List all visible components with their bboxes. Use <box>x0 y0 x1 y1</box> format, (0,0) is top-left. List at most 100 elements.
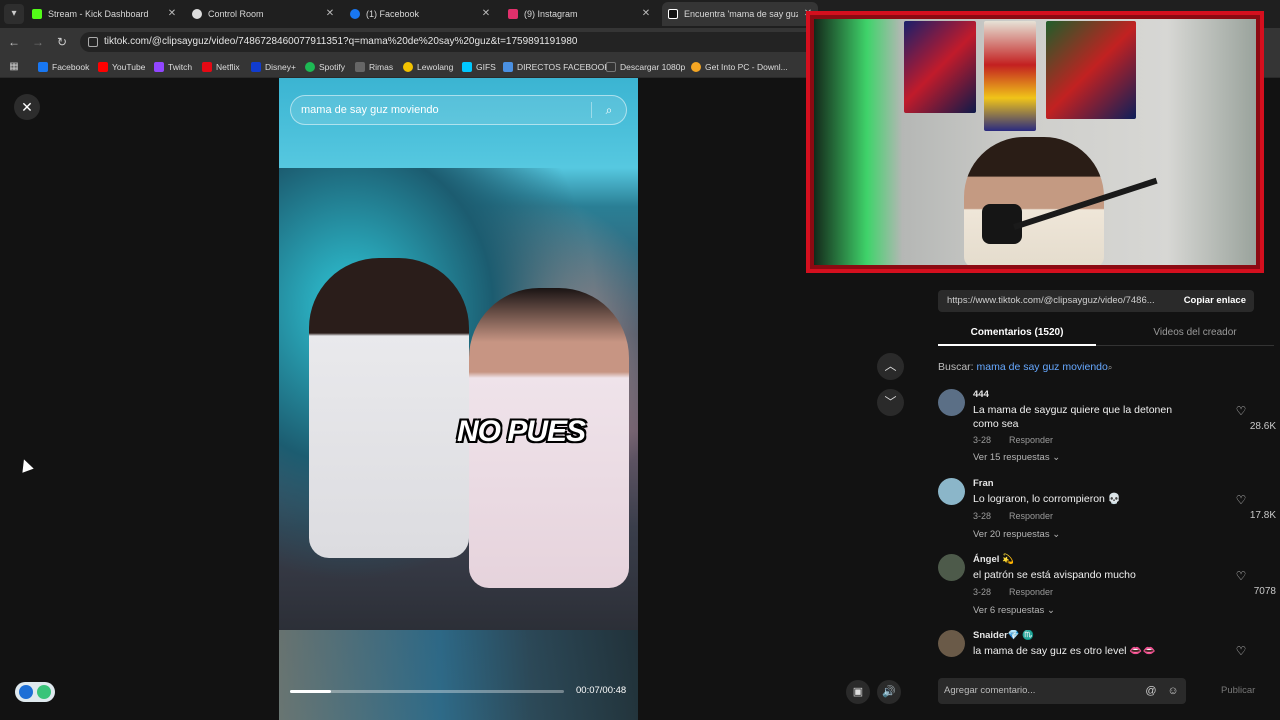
tab-title: Stream - Kick Dashboard <box>48 9 149 19</box>
comment-author[interactable]: 444 <box>973 389 989 400</box>
browser-extension-widget[interactable] <box>15 682 55 702</box>
avatar[interactable] <box>938 478 965 505</box>
avatar[interactable] <box>938 630 965 657</box>
view-replies-label: Ver 15 respuestas <box>973 452 1050 463</box>
like-heart-icon[interactable]: ♡ <box>1234 493 1248 507</box>
reload-icon[interactable]: ↻ <box>54 34 70 50</box>
tab-title: Encuentra 'mama de say guz <box>684 9 798 19</box>
bookmark-lewolang[interactable]: Lewolang <box>403 60 453 74</box>
search-icon[interactable]: ⌕ <box>602 103 616 117</box>
bookmark-gifs[interactable]: GIFS <box>462 60 496 74</box>
view-replies-button[interactable]: Ver 20 respuestas ⌄ <box>973 529 1060 540</box>
reply-button[interactable]: Responder <box>1009 587 1053 597</box>
bookmark-facebook[interactable]: Facebook <box>38 60 89 74</box>
tab-instagram[interactable]: (9) Instagram ✕ <box>502 2 656 26</box>
like-heart-icon[interactable]: ♡ <box>1234 404 1248 418</box>
apps-grid-icon[interactable]: ▦ <box>6 59 22 75</box>
twitch-icon <box>154 62 164 72</box>
close-video-button[interactable]: ✕ <box>14 94 40 120</box>
speaker-icon: 🔊 <box>882 686 896 698</box>
poster-spiderverse <box>1046 21 1136 119</box>
bookmark-label: Get Into PC - Downl... <box>705 62 788 72</box>
video-player[interactable]: NO PUES mama de say guz moviendo ⌕ 00:07… <box>279 78 638 720</box>
comment-author[interactable]: Snaider💎 ♏ <box>973 630 1034 641</box>
copy-link-button[interactable]: Copiar enlace <box>1184 290 1246 312</box>
close-tab-icon[interactable]: ✕ <box>166 2 178 26</box>
bookmark-disney[interactable]: Disney+ <box>251 60 296 74</box>
bookmark-label: Facebook <box>52 62 90 72</box>
search-icon: ⌕ <box>1107 363 1113 372</box>
bookmark-twitch[interactable]: Twitch <box>154 60 192 74</box>
video-person-left <box>309 258 469 558</box>
forward-arrow-icon[interactable]: → <box>30 34 46 50</box>
video-search-text: mama de say guz moviendo <box>301 104 439 116</box>
view-replies-button[interactable]: Ver 6 respuestas ⌄ <box>973 605 1055 616</box>
bookmark-getintopc[interactable]: Get Into PC - Downl... <box>691 60 788 74</box>
next-video-button[interactable]: ﹀ <box>877 389 904 416</box>
poster-spiderman <box>904 21 976 113</box>
video-progress-bar[interactable] <box>290 690 564 693</box>
comment-text: el patrón se está avispando mucho <box>973 569 1136 581</box>
gifs-icon <box>462 62 472 72</box>
spotify-icon <box>305 62 315 72</box>
comment-meta: 3-28 Responder <box>973 511 1053 521</box>
comment-text: La mama de sayguz quiere que la detonen … <box>973 404 1173 430</box>
tab-kick-dashboard[interactable]: Stream - Kick Dashboard ✕ <box>26 2 182 26</box>
tab-comments[interactable]: Comentarios (1520) <box>938 322 1096 346</box>
avatar[interactable] <box>938 554 965 581</box>
url-input[interactable]: tiktok.com/@clipsayguz/video/74867284600… <box>80 32 820 52</box>
bookmark-netflix[interactable]: Netflix <box>202 60 240 74</box>
comment-text: la mama de say guz es otro level 👄👄 <box>973 645 1156 657</box>
bookmark-label: Rimas <box>369 62 394 72</box>
panel-tabs: Comentarios (1520) Videos del creador <box>938 322 1274 346</box>
like-heart-icon[interactable]: ♡ <box>1234 644 1248 658</box>
bookmark-label: Netflix <box>216 62 240 72</box>
webcam-overlay <box>806 11 1264 273</box>
mention-icon[interactable]: @ <box>1144 684 1158 698</box>
avatar[interactable] <box>938 389 965 416</box>
comment-date: 3-28 <box>973 511 992 521</box>
tab-facebook[interactable]: (1) Facebook ✕ <box>344 2 496 26</box>
add-comment-input[interactable]: Agregar comentario... @ ☺ <box>938 678 1186 704</box>
descargar-icon <box>606 62 616 72</box>
tab-control-room[interactable]: Control Room ✕ <box>186 2 340 26</box>
search-query-link[interactable]: mama de say guz moviendo <box>977 361 1108 373</box>
close-tab-icon[interactable]: ✕ <box>640 2 652 26</box>
volume-button[interactable]: 🔊 <box>877 680 901 704</box>
video-search-bar[interactable]: mama de say guz moviendo ⌕ <box>290 95 627 125</box>
bookmark-spotify[interactable]: Spotify <box>305 60 345 74</box>
bookmark-label: Spotify <box>319 62 345 72</box>
bookmark-youtube[interactable]: YouTube <box>98 60 145 74</box>
bookmark-label: Descargar 1080p <box>620 62 686 72</box>
comment-author[interactable]: Ángel 💫 <box>973 554 1014 565</box>
back-arrow-icon[interactable]: ← <box>6 34 22 50</box>
comment-author[interactable]: Fran <box>973 478 994 489</box>
video-bottom-area <box>279 630 638 720</box>
share-link-text[interactable]: https://www.tiktok.com/@clipsayguz/video… <box>947 290 1169 312</box>
tab-search-menu[interactable]: ▾ <box>4 4 24 24</box>
bookmark-label: YouTube <box>112 62 146 72</box>
close-tab-icon[interactable]: ✕ <box>324 2 336 26</box>
bookmark-directos-facebook[interactable]: DIRECTOS FACEBOOK <box>503 60 610 74</box>
view-replies-button[interactable]: Ver 15 respuestas ⌄ <box>973 452 1060 463</box>
bookmark-label: DIRECTOS FACEBOOK <box>517 62 610 72</box>
search-divider <box>591 102 592 118</box>
picture-in-picture-icon: ▣ <box>852 686 864 698</box>
emoji-icon[interactable]: ☺ <box>1166 684 1180 698</box>
like-heart-icon[interactable]: ♡ <box>1234 569 1248 583</box>
reply-button[interactable]: Responder <box>1009 435 1053 445</box>
close-tab-icon[interactable]: ✕ <box>480 2 492 26</box>
previous-video-button[interactable]: ︿ <box>877 353 904 380</box>
bookmark-rimas[interactable]: Rimas <box>355 60 393 74</box>
tab-creator-videos[interactable]: Videos del creador <box>1116 322 1274 344</box>
bookmark-descargar[interactable]: Descargar 1080p <box>606 60 685 74</box>
publish-button[interactable]: Publicar <box>1221 685 1255 696</box>
tab-tiktok[interactable]: Encuentra 'mama de say guz ✕ <box>662 2 818 26</box>
youtube-icon <box>98 62 108 72</box>
bookmark-label: Lewolang <box>417 62 454 72</box>
pip-button[interactable]: ▣ <box>846 680 870 704</box>
share-link-box: https://www.tiktok.com/@clipsayguz/video… <box>938 290 1254 312</box>
reply-button[interactable]: Responder <box>1009 511 1053 521</box>
comment-date: 3-28 <box>973 435 992 445</box>
site-info-icon[interactable] <box>88 37 98 47</box>
